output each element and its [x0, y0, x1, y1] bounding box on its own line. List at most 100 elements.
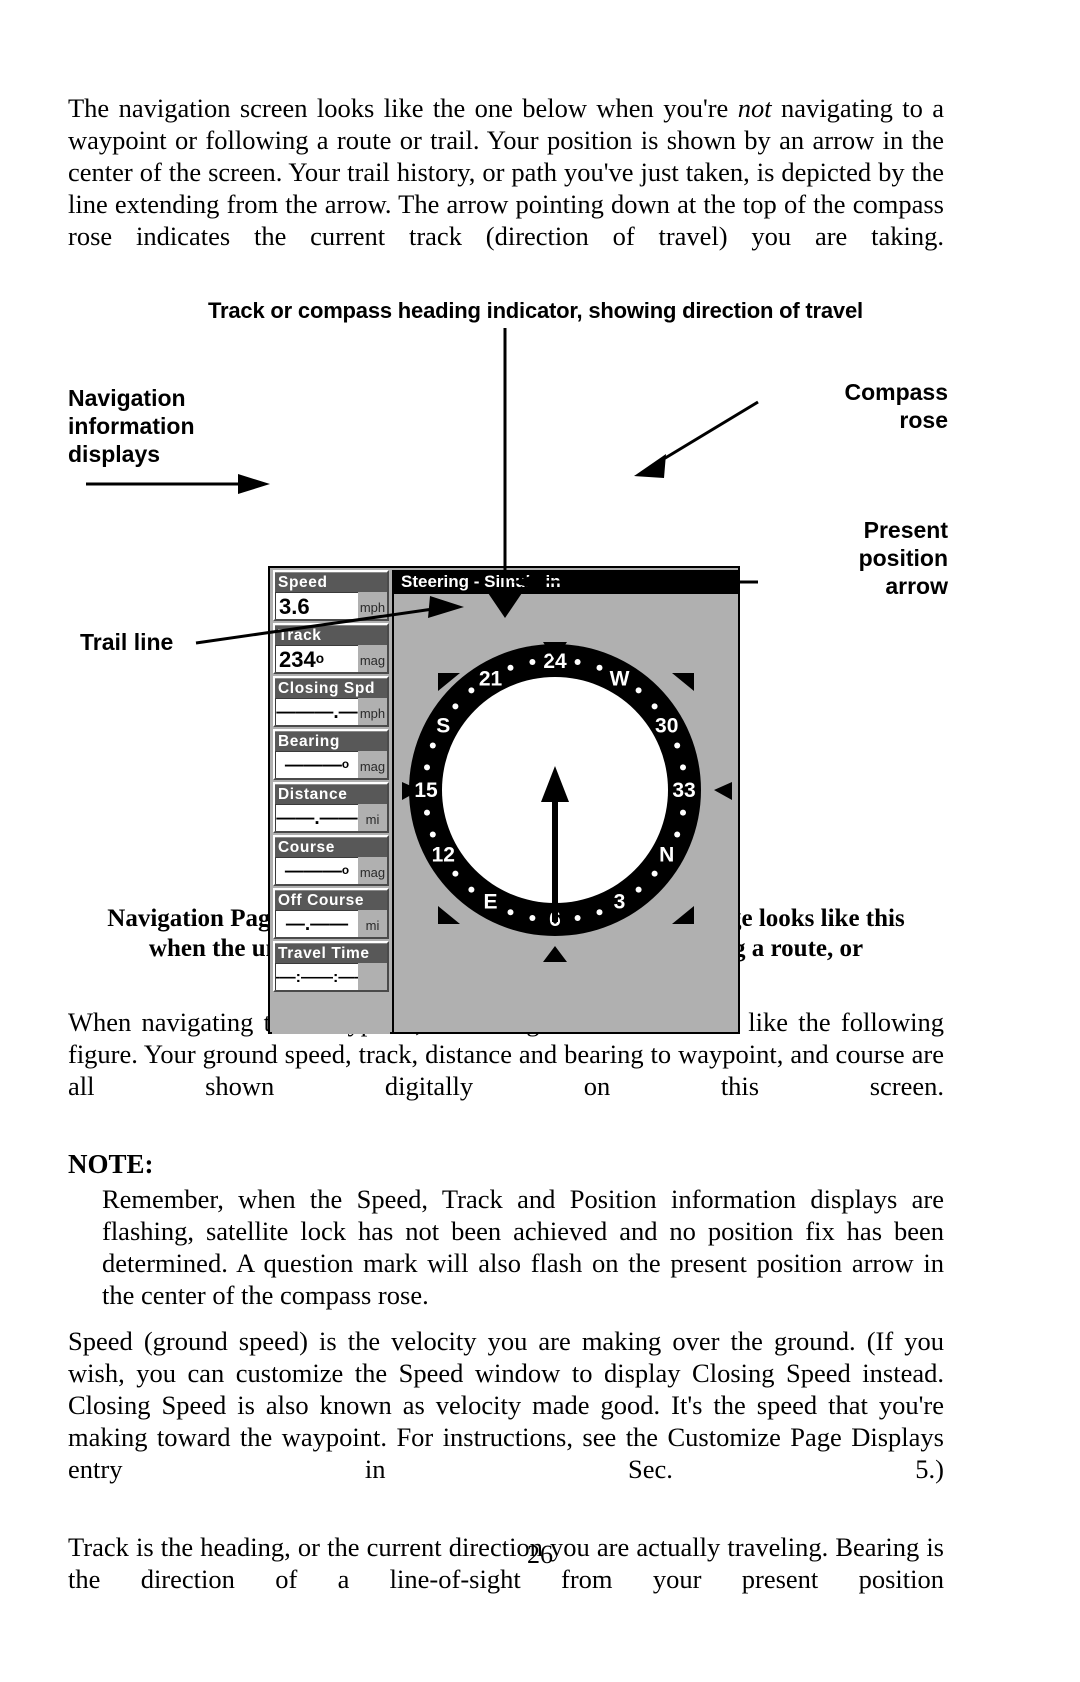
compass-minor-tick	[596, 664, 603, 671]
data-box-value-row: —.—— mi	[275, 910, 387, 937]
page-number: 26	[527, 1540, 553, 1569]
data-box-unit: mph	[358, 597, 387, 619]
data-box[interactable]: Travel Time——:——:——	[273, 941, 389, 992]
compass-minor-tick	[574, 659, 581, 665]
gps-device-screen: Speed 3.6 mph Track 234 o mag Closing Spd ———.— m…	[268, 566, 740, 1034]
callout-pres-line2: position	[858, 545, 948, 571]
callout-present-position-arrow: Present position arrow	[758, 516, 948, 600]
data-box[interactable]: Closing Spd ———.— mph	[273, 676, 389, 727]
data-box-value: 234 o	[275, 645, 358, 672]
data-box-label: Track	[275, 625, 387, 645]
data-box-value: ——— o	[275, 751, 358, 778]
compass-minor-tick	[635, 886, 642, 893]
data-box-value: ——:——:——	[275, 963, 358, 990]
compass-minor-tick	[680, 809, 686, 816]
data-box-value: ———.—	[275, 698, 358, 725]
bezel-marker-bottom-left	[438, 906, 460, 924]
leader-nav-arrowhead	[238, 474, 270, 494]
page-content: The navigation screen looks like the one…	[68, 92, 948, 1641]
compass-minor-tick	[468, 886, 475, 893]
data-box[interactable]: Bearing ——— o mag	[273, 729, 389, 780]
compass-label: S	[436, 715, 450, 738]
callout-nav-line2: information	[68, 413, 195, 439]
bezel-marker-bottom	[543, 946, 567, 962]
leader-compass-arrowhead	[634, 454, 666, 478]
compass-minor-tick	[635, 687, 642, 694]
navigation-page-figure: Track or compass heading indicator, show…	[68, 298, 948, 1034]
navigation-data-column: Speed 3.6 mph Track 234 o mag Closing Spd ———.— m…	[272, 570, 390, 1034]
compass-label: 33	[672, 779, 695, 802]
compass-label: 12	[432, 844, 455, 867]
data-box[interactable]: Speed 3.6 mph	[273, 570, 389, 621]
data-box-value-row: 3.6 mph	[275, 592, 387, 619]
compass-label: W	[610, 667, 630, 690]
data-box-label: Course	[275, 837, 387, 857]
compass-minor-tick	[424, 764, 430, 771]
callout-pres-line3: arrow	[885, 573, 948, 599]
data-box-unit	[358, 968, 387, 990]
bezel-marker-top-right	[672, 673, 694, 691]
compass-minor-tick	[674, 831, 681, 838]
compass-label: 3	[614, 891, 626, 914]
compass-minor-tick	[529, 915, 536, 921]
callout-nav-line3: displays	[68, 441, 161, 467]
data-box-unit: mi	[358, 915, 387, 937]
compass-minor-tick	[651, 870, 658, 877]
callout-compass-line1: Compass	[844, 379, 948, 405]
data-box[interactable]: Distance ——.—— mi	[273, 782, 389, 833]
compass-label: E	[483, 891, 497, 914]
data-box-value-row: 234 o mag	[275, 645, 387, 672]
data-box-unit: mph	[358, 703, 387, 725]
data-box-label: Bearing	[275, 731, 387, 751]
callout-trail-line: Trail line	[80, 629, 174, 655]
data-box-label: Closing Spd	[275, 678, 387, 698]
speed-paragraph: Speed (ground speed) is the velocity you…	[68, 1326, 944, 1484]
compass-minor-tick	[529, 659, 536, 665]
data-box-unit: mag	[358, 862, 387, 884]
data-box-label: Speed	[275, 572, 387, 592]
compass-minor-tick	[674, 742, 681, 749]
data-box-value: ——— o	[275, 857, 358, 884]
data-box[interactable]: Off Course —.—— mi	[273, 888, 389, 939]
compass-minor-tick	[651, 703, 658, 710]
compass-minor-tick	[452, 870, 459, 877]
data-box-unit: mag	[358, 756, 387, 778]
compass-minor-tick	[574, 915, 581, 921]
data-box-value-row: ———.— mph	[275, 698, 387, 725]
compass-label: 30	[655, 715, 678, 738]
data-box-value: ——.——	[275, 804, 358, 831]
callout-pres-line1: Present	[863, 517, 948, 543]
data-box-unit: mag	[358, 650, 387, 672]
compass-minor-tick	[424, 809, 430, 816]
note-heading: NOTE:	[68, 1149, 154, 1179]
note-body: Remember, when the Speed, Track and Posi…	[102, 1184, 944, 1310]
callout-navigation-information-displays: Navigation information displays	[68, 384, 248, 468]
compass-minor-tick	[596, 909, 603, 916]
intro-text-pre: The navigation screen looks like the one…	[68, 93, 738, 123]
data-box-value: —.——	[275, 910, 358, 937]
compass-minor-tick	[507, 664, 514, 671]
data-box-value-row: ——— o mag	[275, 751, 387, 778]
figure-title-callout: Track or compass heading indicator, show…	[208, 298, 863, 323]
data-box-value-row: ——:——:——	[275, 963, 387, 990]
data-box-value-row: ——— o mag	[275, 857, 387, 884]
intro-emphasis: not	[737, 93, 772, 123]
bezel-marker-right	[714, 782, 732, 800]
compass-minor-tick	[507, 909, 514, 916]
data-box-value: 3.6	[275, 592, 358, 619]
compass-minor-tick	[429, 831, 436, 838]
compass-minor-tick	[452, 703, 459, 710]
bezel-marker-bottom-right	[672, 906, 694, 924]
document-page: The navigation screen looks like the one…	[0, 0, 1080, 1682]
data-box[interactable]: Track 234 o mag	[273, 623, 389, 674]
compass-label: 21	[479, 667, 503, 690]
compass-label: N	[659, 844, 674, 867]
leader-compass-rose	[651, 400, 759, 468]
callout-compass-rose: Compass rose	[758, 378, 948, 434]
data-box-label: Distance	[275, 784, 387, 804]
data-box-unit: mi	[358, 809, 387, 831]
data-box-label: Off Course	[275, 890, 387, 910]
compass-minor-tick	[680, 764, 686, 771]
data-box[interactable]: Course ——— o mag	[273, 835, 389, 886]
data-box-value-row: ——.—— mi	[275, 804, 387, 831]
